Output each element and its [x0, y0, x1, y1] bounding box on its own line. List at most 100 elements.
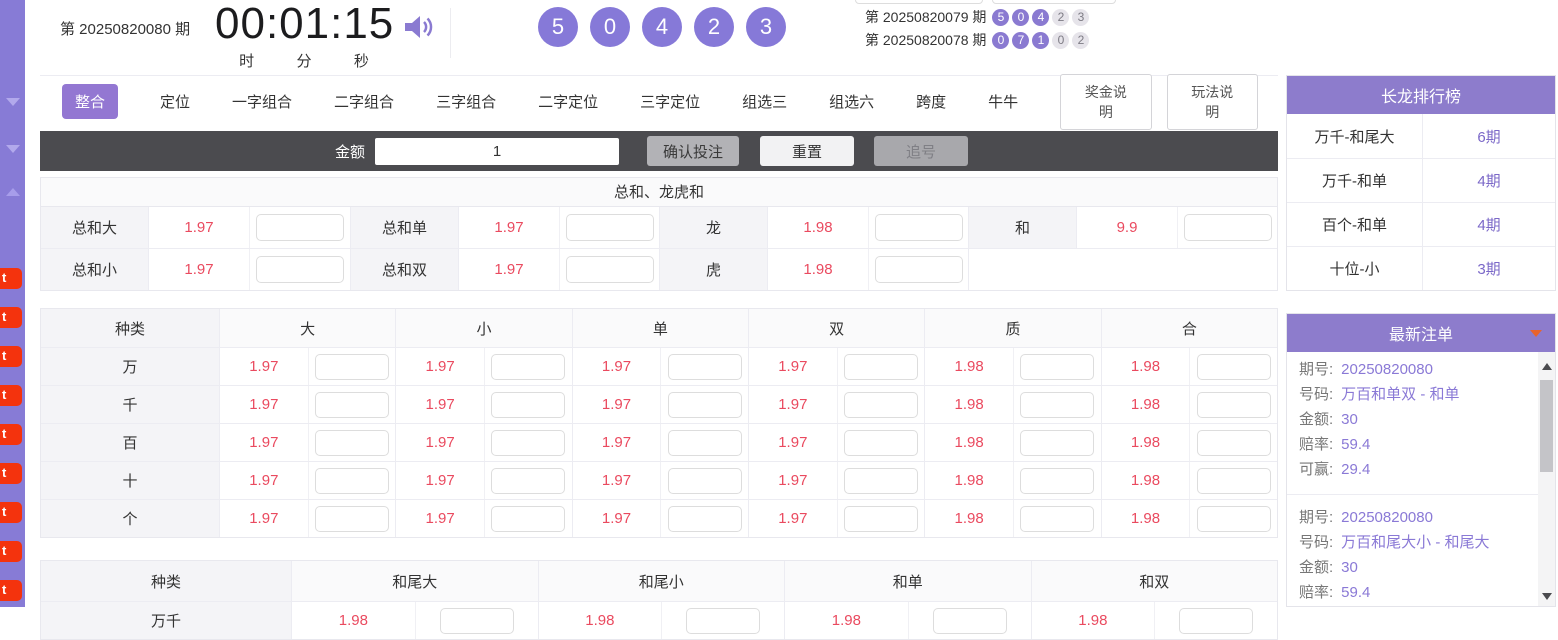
sidebar-badge[interactable]: t — [0, 541, 22, 562]
bet-amount-input[interactable] — [491, 430, 565, 456]
tab-erzi-zuhe[interactable]: 二字组合 — [334, 91, 394, 112]
bet-amount-input[interactable] — [1020, 506, 1094, 532]
scrollbar-thumb[interactable] — [1540, 380, 1553, 472]
sidebar-badge[interactable]: t — [0, 463, 22, 484]
play-help-button[interactable]: 玩法说明 — [1167, 74, 1258, 130]
sidebar-badge[interactable]: t — [0, 424, 22, 445]
chevron-up-icon[interactable] — [6, 188, 20, 196]
bet-amount-input[interactable] — [315, 354, 389, 380]
bet-amount-input[interactable] — [844, 468, 918, 494]
bet-amount-input[interactable] — [315, 506, 389, 532]
bet-amount-input[interactable] — [1197, 392, 1271, 418]
bet-amount-input[interactable] — [875, 256, 963, 283]
odds-value[interactable]: 1.97 — [459, 207, 559, 248]
bet-amount-input[interactable] — [491, 506, 565, 532]
bet-amount-input[interactable] — [844, 506, 918, 532]
bet-amount-input[interactable] — [844, 430, 918, 456]
odds-value[interactable]: 1.97 — [220, 386, 308, 423]
odds-value[interactable]: 1.97 — [396, 348, 484, 385]
odds-value[interactable]: 1.98 — [1102, 348, 1190, 385]
bet-amount-input[interactable] — [1179, 608, 1253, 634]
odds-value[interactable]: 1.97 — [396, 462, 484, 499]
reset-button[interactable]: 重置 — [760, 136, 854, 166]
scrollbar[interactable] — [1538, 352, 1555, 606]
bet-amount-input[interactable] — [566, 256, 654, 283]
bet-amount-input[interactable] — [1020, 430, 1094, 456]
bet-amount-input[interactable] — [491, 354, 565, 380]
bet-amount-input[interactable] — [668, 430, 742, 456]
odds-value[interactable]: 1.98 — [925, 424, 1013, 461]
tab-sanzi-zuhe[interactable]: 三字组合 — [436, 91, 496, 112]
odds-value[interactable]: 1.98 — [539, 602, 662, 639]
chevron-down-icon[interactable] — [6, 98, 20, 106]
bet-amount-input[interactable] — [686, 608, 760, 634]
bet-amount-input[interactable] — [1197, 430, 1271, 456]
prize-help-button[interactable]: 奖金说明 — [1060, 74, 1151, 130]
odds-value[interactable]: 1.98 — [1102, 424, 1190, 461]
tab-niuniu[interactable]: 牛牛 — [988, 91, 1018, 112]
bet-amount-input[interactable] — [1197, 468, 1271, 494]
odds-value[interactable]: 1.98 — [785, 602, 908, 639]
bet-amount-input[interactable] — [256, 256, 344, 283]
odds-value[interactable]: 1.98 — [1102, 386, 1190, 423]
bet-amount-input[interactable] — [668, 354, 742, 380]
odds-value[interactable]: 1.97 — [749, 462, 837, 499]
sidebar-badge[interactable]: t — [0, 307, 22, 328]
odds-value[interactable]: 1.97 — [396, 424, 484, 461]
sidebar-badge[interactable]: t — [0, 268, 22, 289]
bet-amount-input[interactable] — [875, 214, 963, 241]
odds-value[interactable]: 1.97 — [149, 249, 249, 290]
odds-value[interactable]: 1.97 — [149, 207, 249, 248]
odds-value[interactable]: 1.97 — [749, 348, 837, 385]
odds-value[interactable]: 1.97 — [459, 249, 559, 290]
bet-amount-input[interactable] — [1020, 354, 1094, 380]
odds-value[interactable]: 1.97 — [749, 386, 837, 423]
odds-value[interactable]: 1.98 — [292, 602, 415, 639]
odds-value[interactable]: 1.97 — [220, 424, 308, 461]
bet-amount-input[interactable] — [566, 214, 654, 241]
odds-value[interactable]: 1.98 — [1102, 462, 1190, 499]
tab-yizi-zuhe[interactable]: 一字组合 — [232, 91, 292, 112]
sidebar-badge[interactable]: t — [0, 346, 22, 367]
odds-value[interactable]: 1.97 — [573, 386, 661, 423]
odds-value[interactable]: 1.98 — [1032, 602, 1155, 639]
bet-amount-input[interactable] — [1020, 468, 1094, 494]
odds-value[interactable]: 1.97 — [396, 386, 484, 423]
collapse-caret-icon[interactable] — [1530, 330, 1542, 337]
odds-value[interactable]: 1.97 — [220, 462, 308, 499]
tab-kuadu[interactable]: 跨度 — [916, 91, 946, 112]
odds-value[interactable]: 9.9 — [1077, 207, 1177, 248]
tab-dingwei[interactable]: 定位 — [160, 91, 190, 112]
odds-value[interactable]: 1.97 — [573, 424, 661, 461]
chase-number-button[interactable]: 追号 — [874, 136, 968, 166]
odds-value[interactable]: 1.97 — [220, 348, 308, 385]
odds-value[interactable]: 1.98 — [1102, 500, 1190, 537]
tab-erzi-dingwei[interactable]: 二字定位 — [538, 91, 598, 112]
bet-amount-input[interactable] — [491, 392, 565, 418]
bet-amount-input[interactable] — [933, 608, 1007, 634]
scroll-down-icon[interactable] — [1538, 588, 1555, 604]
tab-zuxuan-liu[interactable]: 组选六 — [829, 91, 874, 112]
bet-amount-input[interactable] — [668, 468, 742, 494]
sidebar-badge[interactable]: t — [0, 385, 22, 406]
bet-amount-input[interactable] — [491, 468, 565, 494]
odds-value[interactable]: 1.98 — [925, 462, 1013, 499]
odds-value[interactable]: 1.98 — [925, 348, 1013, 385]
odds-value[interactable]: 1.97 — [749, 424, 837, 461]
bet-amount-input[interactable] — [315, 468, 389, 494]
chevron-down-icon[interactable] — [6, 145, 20, 153]
sidebar-badge[interactable]: t — [0, 502, 22, 523]
tab-sanzi-dingwei[interactable]: 三字定位 — [640, 91, 700, 112]
odds-value[interactable]: 1.97 — [573, 500, 661, 537]
confirm-bet-button[interactable]: 确认投注 — [647, 136, 739, 166]
scroll-up-icon[interactable] — [1538, 358, 1555, 374]
tab-zuxuan-san[interactable]: 组选三 — [742, 91, 787, 112]
bet-amount-input[interactable] — [315, 392, 389, 418]
odds-value[interactable]: 1.97 — [749, 500, 837, 537]
bet-amount-input[interactable] — [315, 430, 389, 456]
odds-value[interactable]: 1.98 — [925, 386, 1013, 423]
odds-value[interactable]: 1.97 — [220, 500, 308, 537]
tab-zhenghe[interactable]: 整合 — [62, 84, 118, 119]
speaker-icon[interactable] — [403, 12, 437, 47]
bet-amount-input[interactable] — [440, 608, 514, 634]
